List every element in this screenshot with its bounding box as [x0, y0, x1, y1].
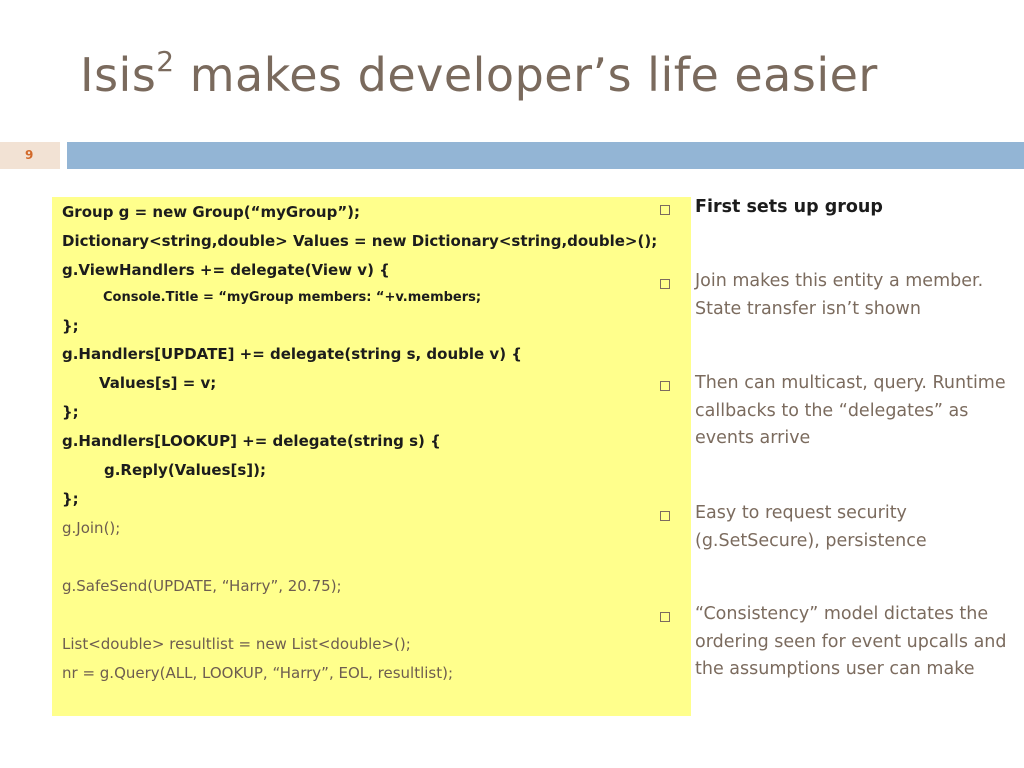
code-line: g.Join(); — [62, 519, 121, 537]
code-line: nr = g.Query(ALL, LOOKUP, “Harry”, EOL, … — [62, 664, 454, 682]
code-line: g.ViewHandlers += delegate(View v) { — [62, 261, 390, 279]
header-bar — [67, 142, 1024, 169]
slide-title: Isis2 makes developer’s life easier — [80, 44, 878, 102]
title-rest: makes developer’s life easier — [174, 48, 878, 102]
square-bullet-icon — [660, 279, 670, 289]
code-line: Dictionary<string,double> Values = new D… — [62, 232, 658, 250]
code-line: Values[s] = v; — [99, 374, 217, 392]
bullet-text: First sets up group — [695, 197, 883, 217]
title-superscript: 2 — [156, 44, 175, 78]
slide: Isis2 makes developer’s life easier 9 Gr… — [0, 0, 1024, 768]
bullet-text: Then can multicast, query. Runtime callb… — [695, 373, 1006, 448]
code-line: }; — [62, 403, 79, 421]
code-line: }; — [62, 490, 79, 508]
title-main: Isis — [80, 48, 157, 102]
code-line: g.SafeSend(UPDATE, “Harry”, 20.75); — [62, 577, 342, 595]
code-line: Group g = new Group(“myGroup”); — [62, 203, 361, 221]
code-line: g.Reply(Values[s]); — [104, 461, 266, 479]
square-bullet-icon — [660, 205, 670, 215]
code-box: Group g = new Group(“myGroup”); Dictiona… — [52, 197, 691, 716]
square-bullet-icon — [660, 381, 670, 391]
code-line: List<double> resultlist = new List<doubl… — [62, 635, 411, 653]
bullet-text: “Consistency” model dictates the orderin… — [695, 604, 1007, 679]
code-line: }; — [62, 317, 79, 335]
square-bullet-icon — [660, 612, 670, 622]
code-line: Console.Title = “myGroup members: “+v.me… — [103, 290, 482, 305]
square-bullet-icon — [660, 511, 670, 521]
bullet-text: Easy to request security (g.SetSecure), … — [695, 503, 927, 551]
page-number: 9 — [25, 148, 34, 162]
bullet-text: Join makes this entity a member. State t… — [695, 271, 984, 319]
code-line: g.Handlers[UPDATE] += delegate(string s,… — [62, 345, 522, 363]
page-number-box: 9 — [0, 142, 60, 169]
code-line: g.Handlers[LOOKUP] += delegate(string s)… — [62, 432, 441, 450]
